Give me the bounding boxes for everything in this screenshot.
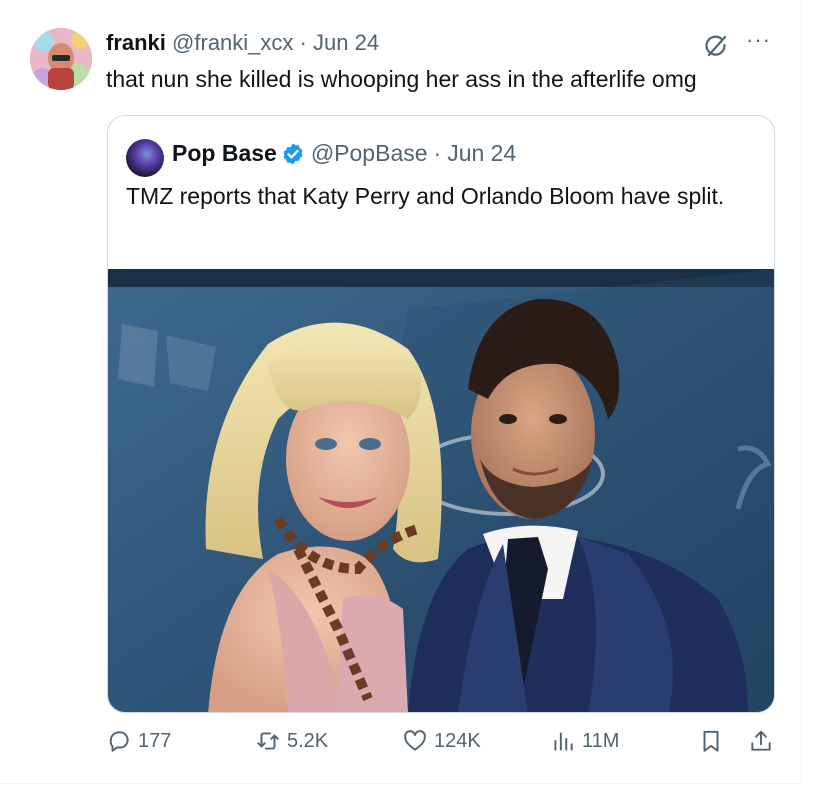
share-button[interactable]	[748, 728, 780, 754]
tweet-header: franki @franki_xcx · Jun 24	[106, 30, 379, 56]
reply-count: 177	[138, 729, 172, 752]
author-name[interactable]: franki	[106, 30, 166, 55]
more-options-button[interactable]: ···	[746, 29, 776, 54]
repost-count: 5.2K	[287, 729, 329, 752]
verified-badge-icon	[283, 143, 303, 164]
reply-icon	[109, 731, 129, 752]
grok-icon[interactable]	[702, 32, 730, 60]
tweet-actions: 177 5.2K 124K 11M	[0, 728, 802, 768]
quoted-author-handle[interactable]: @PopBase	[311, 140, 428, 167]
views-count: 11M	[582, 729, 620, 752]
repost-icon	[257, 732, 279, 750]
quoted-tweet-photo[interactable]	[108, 269, 774, 712]
like-count: 124K	[434, 729, 481, 752]
repost-button[interactable]: 5.2K	[255, 728, 328, 754]
quoted-tweet-date[interactable]: Jun 24	[447, 140, 516, 167]
tweet-text: that nun she killed is whooping her ass …	[106, 66, 697, 92]
tweet-date[interactable]: Jun 24	[313, 30, 379, 55]
views-button[interactable]: 11M	[550, 728, 619, 754]
quoted-tweet[interactable]: Pop Base @PopBase · Jun 24 TMZ reports t…	[107, 115, 775, 713]
quoted-tweet-header: Pop Base @PopBase · Jun 24	[172, 140, 516, 167]
reply-button[interactable]: 177	[106, 728, 171, 754]
quoted-author-name[interactable]: Pop Base	[172, 140, 277, 167]
views-icon	[554, 732, 573, 751]
bookmark-button[interactable]	[698, 728, 730, 754]
quoted-tweet-text: TMZ reports that Katy Perry and Orlando …	[126, 183, 725, 209]
heart-icon	[404, 730, 426, 751]
quoted-author-avatar[interactable]	[126, 139, 164, 177]
author-avatar[interactable]	[30, 28, 92, 90]
author-handle[interactable]: @franki_xcx	[172, 30, 293, 55]
tweet-card[interactable]: franki @franki_xcx · Jun 24 ··· that nun…	[0, 0, 802, 784]
like-button[interactable]: 124K	[402, 728, 481, 754]
share-icon	[751, 730, 771, 751]
quoted-header-separator: ·	[433, 140, 442, 166]
bookmark-icon	[703, 730, 719, 752]
header-separator: ·	[299, 30, 307, 55]
